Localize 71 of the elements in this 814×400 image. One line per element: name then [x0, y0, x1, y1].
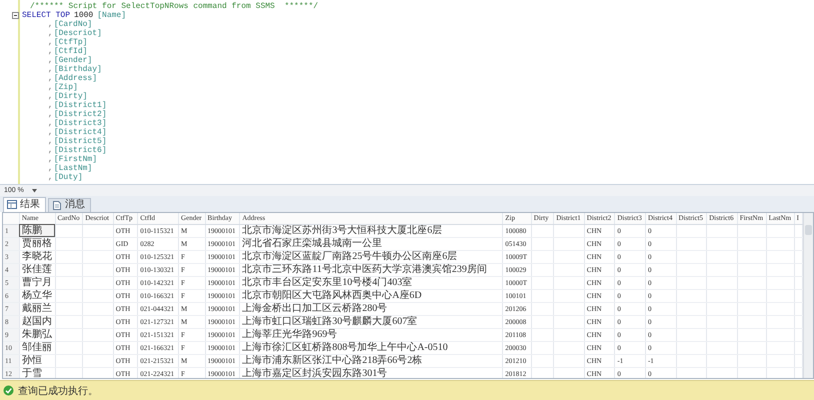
comma: ,	[48, 119, 53, 128]
column-name: [District3]	[54, 119, 107, 128]
comma: ,	[48, 56, 53, 65]
comma: ,	[48, 38, 53, 47]
code-comment: /****** Script for SelectTopNRows command from SSMS ******/	[30, 2, 318, 11]
dropdown-caret-icon[interactable]	[32, 188, 37, 193]
comma: ,	[48, 137, 53, 146]
table-cell: 曹宁月	[19, 276, 55, 290]
document-icon	[52, 200, 62, 210]
column-name: [Gender]	[54, 56, 92, 65]
column-name: [District4]	[54, 128, 107, 137]
success-check-icon	[3, 385, 14, 396]
sql-keyword: SELECT TOP	[22, 11, 70, 20]
comma: ,	[48, 74, 53, 83]
comma: ,	[48, 155, 53, 164]
table-cell: 上海市浦东新区张江中心路218弄66号2栋	[240, 354, 503, 368]
grid-icon	[7, 200, 17, 210]
sql-number: 1000	[74, 11, 94, 20]
comma: ,	[48, 29, 53, 38]
column-name: [LastNm]	[54, 164, 92, 173]
table-cell: 上海市徐汇区虹桥路808号加华上午中心A-0510	[240, 341, 503, 354]
comma: ,	[48, 20, 53, 29]
table-cell: 戴丽兰	[19, 302, 55, 316]
table-cell: 张佳莲	[19, 263, 55, 276]
status-message: 查询已成功执行。	[18, 384, 98, 398]
table-cell: 北京市海淀区苏州街3号大恒科技大厦北座6层	[240, 224, 503, 238]
table-cell: 朱鹏弘	[19, 328, 55, 342]
table-cell: 李晓花	[19, 250, 55, 264]
table-cell: 陈鹏	[19, 224, 55, 238]
column-name: [Dirty]	[54, 92, 88, 101]
column-name: [CtfTp]	[54, 38, 88, 47]
comma: ,	[48, 173, 53, 182]
table-cell: 上海莘庄光华路969号	[240, 328, 503, 342]
column-name: [Address]	[54, 74, 98, 83]
table-cell: 北京市海淀区蓝靛厂南路25号牛顿办公区南座6层	[240, 250, 503, 264]
column-name: [District6]	[54, 146, 107, 155]
table-cell: 北京市丰台区定安东里10号楼4门403室	[240, 276, 503, 290]
collapse-icon[interactable]	[12, 12, 19, 19]
table-cell: 邹佳丽	[19, 341, 55, 354]
result-tab[interactable]: 结果	[3, 196, 46, 212]
table-cell: 北京市朝阳区大屯路风林西奥中心A座6D	[240, 289, 503, 302]
column-name: [Descriot]	[54, 29, 102, 38]
comma: ,	[48, 47, 53, 56]
column-name: [FirstNm]	[54, 155, 98, 164]
table-cell: 北京市三环东路11号北京中医药大学京港澳宾馆239房间	[240, 263, 503, 276]
column-name: [Zip]	[54, 83, 78, 92]
table-cell: 上海市虹口区瑞虹路30号麒麟大厦607室	[240, 315, 503, 328]
table-cell: 赵国内	[19, 315, 55, 328]
column-name: [Birthday]	[54, 65, 102, 74]
column-name: [District1]	[54, 101, 107, 110]
column-name: [District2]	[54, 110, 107, 119]
column-name: [CardNo]	[54, 20, 92, 29]
comma: ,	[48, 164, 53, 173]
column-name: [Duty]	[54, 173, 83, 182]
column-name: [District5]	[54, 137, 107, 146]
comma: ,	[48, 101, 53, 110]
column-name: [Name]	[97, 11, 126, 20]
column-name: [CtfId]	[54, 47, 88, 56]
comma: ,	[48, 146, 53, 155]
table-cell: 杨立华	[19, 289, 55, 302]
table-cell: 河北省石家庄栾城县城南一公里	[240, 237, 503, 250]
table-cell: 贾丽格	[19, 237, 55, 250]
table-cell: 孙恒	[19, 354, 55, 368]
comma: ,	[48, 65, 53, 74]
comma: ,	[48, 110, 53, 119]
comma: ,	[48, 128, 53, 137]
comma: ,	[48, 92, 53, 101]
comma: ,	[48, 83, 53, 92]
vertical-scrollbar[interactable]	[803, 212, 813, 378]
result-tab[interactable]: 消息	[48, 198, 91, 212]
table-cell: 上海金桥出口加工区云桥路280号	[240, 302, 503, 316]
